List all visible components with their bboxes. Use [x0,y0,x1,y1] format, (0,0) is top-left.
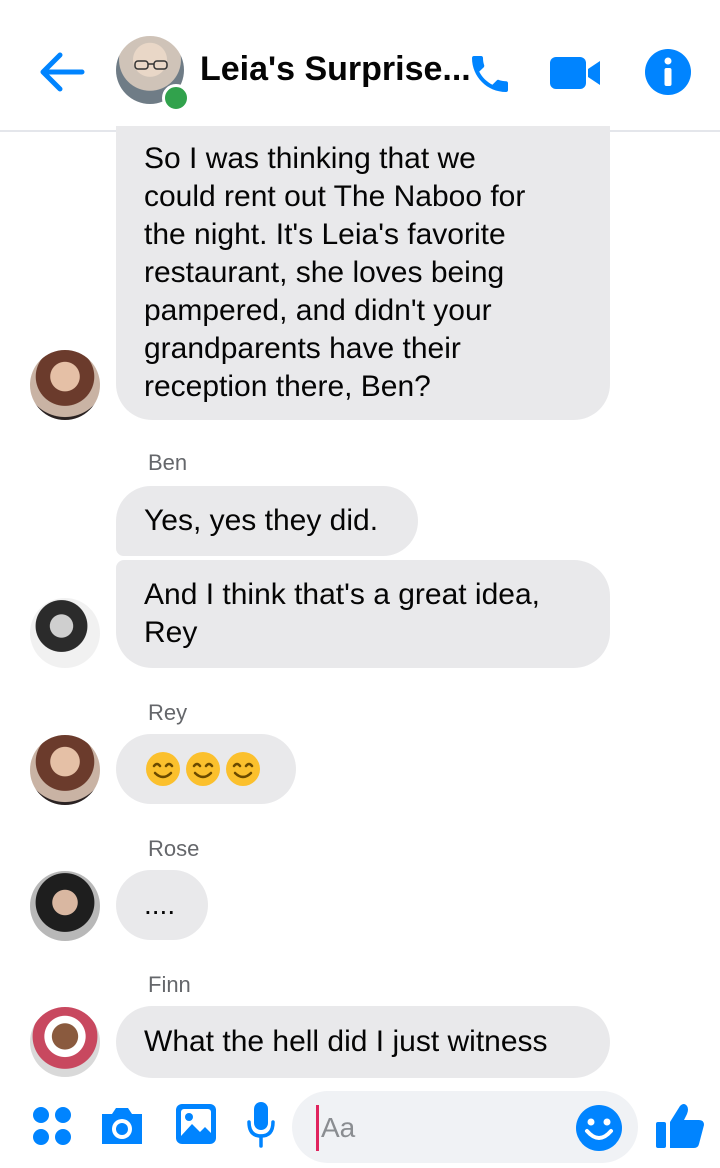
message-bubble[interactable]: So I was thinking that we could rent out… [116,126,610,420]
message-text: .... [144,889,176,920]
smiley-icon[interactable] [574,1103,624,1153]
sender-name: Finn [148,972,191,997]
microphone-icon[interactable] [246,1100,276,1148]
avatar[interactable] [30,350,100,420]
message-input[interactable] [316,1105,573,1151]
message-line: And I think that's a great idea, [144,578,540,611]
conversation-header: Leia's Surprise... [0,0,720,132]
camera-icon[interactable] [98,1104,146,1148]
group-avatar[interactable] [116,36,190,112]
message-line: pampered, and didn't your [144,294,492,327]
apps-icon[interactable] [32,1106,72,1146]
message-bubble[interactable] [116,734,296,804]
gallery-icon[interactable] [174,1102,218,1146]
smiling-emoji-icon [226,752,260,786]
message-line: the night. It's Leia's favorite [144,218,506,251]
conversation-title[interactable]: Leia's Surprise... [200,50,471,89]
video-camera-icon[interactable] [548,54,602,92]
message-line: So I was thinking that we [144,142,476,175]
message-bubble[interactable]: And I think that's a great idea, Rey [116,560,610,668]
message-text: What the hell did I just witness [144,1025,548,1058]
message-bubble[interactable]: .... [116,870,208,940]
composer-bar [0,1086,720,1168]
back-arrow-icon[interactable] [36,50,86,94]
sender-name: Rey [148,700,188,725]
message-line: grandparents have their [144,332,461,365]
thumbs-up-icon[interactable] [654,1100,706,1152]
avatar[interactable] [30,598,100,668]
online-status-dot [162,84,190,112]
message-input-container [292,1091,638,1163]
phone-icon[interactable] [465,50,515,98]
message-line: restaurant, she loves being [144,256,505,289]
avatar-photo [134,60,168,70]
sender-name: Ben [148,450,188,475]
avatar[interactable] [30,871,100,941]
message-line: could rent out The Naboo for [144,180,526,213]
avatar[interactable] [30,735,100,805]
smiling-emoji-icon [186,752,220,786]
message-text: Yes, yes they did. [144,504,379,537]
smiling-emoji-icon [146,752,180,786]
sender-name: Rose [148,836,200,861]
message-bubble[interactable]: What the hell did I just witness [116,1006,610,1078]
info-icon[interactable] [644,48,692,96]
message-line: Rey [144,616,198,649]
message-line: reception there, Ben? [144,370,431,403]
avatar[interactable] [30,1007,100,1077]
message-bubble[interactable]: Yes, yes they did. [116,486,418,556]
